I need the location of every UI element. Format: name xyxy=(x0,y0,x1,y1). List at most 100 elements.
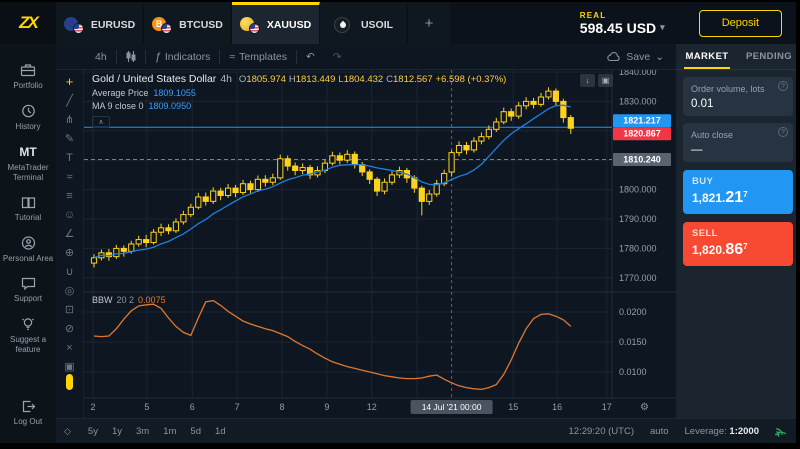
sidebar-item-tutorial[interactable]: Tutorial xyxy=(0,189,56,229)
svg-text:1840.000: 1840.000 xyxy=(619,70,657,77)
mt-icon: MT xyxy=(19,144,36,160)
svg-text:1810.240: 1810.240 xyxy=(623,154,661,164)
range-1y-button[interactable]: 1y xyxy=(105,426,129,437)
range-5y-button[interactable]: 5y xyxy=(81,426,105,437)
emoji-tool-icon[interactable]: ☺ xyxy=(59,205,81,224)
svg-text:1770.000: 1770.000 xyxy=(619,273,657,283)
svg-text:1780.000: 1780.000 xyxy=(619,243,657,253)
text-tool-icon[interactable]: T xyxy=(59,148,81,167)
person-icon xyxy=(20,235,37,251)
tab-btcusd[interactable]: B BTCUSD xyxy=(144,2,232,44)
instrument-tabs: EURUSD B BTCUSD XAUUSD USOIL + xyxy=(56,2,450,44)
tab-usoil[interactable]: USOIL xyxy=(320,2,408,44)
volume-help-icon[interactable]: ? xyxy=(778,81,788,91)
save-layout-button[interactable]: Save ⌄ xyxy=(607,51,676,63)
svg-text:6: 6 xyxy=(190,402,195,412)
order-volume-value[interactable]: 0.01 xyxy=(691,98,785,110)
buy-button[interactable]: BUY 1,821.217 xyxy=(683,170,793,214)
chevron-down-icon: ▾ xyxy=(660,22,665,33)
svg-text:1821.217: 1821.217 xyxy=(623,116,661,126)
pattern-tool-icon[interactable]: ≈ xyxy=(59,167,81,186)
snapshot-button[interactable]: ▣ xyxy=(598,74,613,87)
top-bar: ZX EURUSD B BTCUSD XAUUSD USOIL + REAL xyxy=(0,2,796,44)
undo-button[interactable]: ↶ xyxy=(297,44,324,69)
account-currency: USD xyxy=(627,20,657,36)
range-1m-button[interactable]: 1m xyxy=(156,426,183,437)
leverage-info: Leverage: 1:2000 xyxy=(685,426,760,437)
magnet-tool-icon[interactable]: ∪ xyxy=(59,262,81,281)
btcusd-flag-icon: B xyxy=(152,16,172,34)
measure-tool-icon[interactable]: ∠ xyxy=(59,224,81,243)
svg-text:1800.000: 1800.000 xyxy=(619,185,657,195)
chat-bubble-icon xyxy=(20,276,37,291)
svg-text:7: 7 xyxy=(235,402,240,412)
zoom-tool-icon[interactable]: ⊕ xyxy=(59,243,81,262)
exness-logo-icon[interactable]: ZX xyxy=(0,2,56,44)
range-5d-button[interactable]: 5d xyxy=(183,426,208,437)
favorites-diamond-icon[interactable]: ◇ xyxy=(64,426,71,437)
scroll-to-realtime-button[interactable]: ↓ xyxy=(580,74,595,87)
timezone-auto-button[interactable]: auto xyxy=(650,426,669,437)
chart-canvas[interactable]: 1840.0001830.0001800.0001790.0001780.000… xyxy=(84,70,676,418)
svg-text:5: 5 xyxy=(144,402,149,412)
crosshair-tool-icon[interactable]: + xyxy=(59,72,81,91)
svg-text:15: 15 xyxy=(508,402,518,412)
order-volume-field[interactable]: Order volume, lots 0.01 ? xyxy=(683,77,793,116)
sidebar-item-suggest-feature[interactable]: Suggest a feature xyxy=(0,310,56,361)
hide-drawings-icon[interactable]: ⊘ xyxy=(59,319,81,338)
chart-type-button[interactable] xyxy=(117,44,145,69)
sidebar-item-personal-area[interactable]: Personal Area xyxy=(0,229,56,270)
chevron-down-icon: ⌄ xyxy=(655,51,664,63)
sidebar-item-support[interactable]: Support xyxy=(0,270,56,310)
redo-button[interactable]: ↷ xyxy=(324,44,351,69)
lock-drawings-icon[interactable]: ⊡ xyxy=(59,300,81,319)
timeframe-button[interactable]: 4h xyxy=(86,44,116,69)
account-summary[interactable]: REAL 598.45 USD ▾ xyxy=(580,2,665,44)
tab-pending[interactable]: PENDING xyxy=(738,44,796,69)
svg-text:17: 17 xyxy=(602,402,612,412)
screen-frame: ZX EURUSD B BTCUSD XAUUSD USOIL + REAL xyxy=(0,0,800,449)
auto-close-value[interactable]: — xyxy=(691,144,785,156)
svg-text:14 Jul '21 00:00: 14 Jul '21 00:00 xyxy=(422,402,482,412)
wave-icon: ≈ xyxy=(229,51,235,63)
sell-button[interactable]: SELL 1,820.867 xyxy=(683,222,793,266)
xauusd-flag-icon xyxy=(240,16,260,34)
trend-line-tool-icon[interactable]: ╱ xyxy=(59,91,81,110)
svg-text:1790.000: 1790.000 xyxy=(619,214,657,224)
drawing-toolbar: + ╱ ⋔ ✎ T ≈ ≡ ☺ ∠ ⊕ ∪ ◎ ⊡ xyxy=(56,70,84,418)
candlestick-icon xyxy=(126,50,136,63)
tab-label: XAUUSD xyxy=(267,19,311,31)
deposit-button[interactable]: Deposit xyxy=(699,10,782,37)
svg-text:0.0100: 0.0100 xyxy=(619,367,647,377)
collapse-legend-button[interactable]: ∧ xyxy=(92,116,110,128)
scroll-indicator[interactable] xyxy=(66,374,73,390)
tab-xauusd[interactable]: XAUUSD xyxy=(232,2,320,44)
indicators-button[interactable]: ƒ Indicators xyxy=(146,44,220,69)
prediction-tool-icon[interactable]: ≡ xyxy=(59,186,81,205)
add-instrument-button[interactable]: + xyxy=(408,2,450,44)
tab-eurusd[interactable]: EURUSD xyxy=(56,2,144,44)
remove-drawings-icon[interactable]: × xyxy=(59,338,81,357)
utc-clock: 12:29:20 (UTC) xyxy=(569,426,634,437)
auto-close-help-icon[interactable]: ? xyxy=(778,127,788,137)
sidebar-item-logout[interactable]: Log Out xyxy=(0,393,56,433)
svg-text:16: 16 xyxy=(552,402,562,412)
range-3m-button[interactable]: 3m xyxy=(129,426,156,437)
range-1d-button[interactable]: 1d xyxy=(208,426,233,437)
brush-tool-icon[interactable]: ✎ xyxy=(59,129,81,148)
templates-button[interactable]: ≈ Templates xyxy=(220,44,296,69)
sidebar-item-history[interactable]: History xyxy=(0,97,56,138)
book-icon xyxy=(20,195,37,210)
left-sidebar: Portfolio History MT MetaTrader Terminal… xyxy=(0,44,56,443)
auto-close-field[interactable]: Auto close — ? xyxy=(683,123,793,162)
drawing-mode-icon[interactable]: ◎ xyxy=(59,281,81,300)
sidebar-item-metatrader[interactable]: MT MetaTrader Terminal xyxy=(0,138,56,189)
tab-market[interactable]: MARKET xyxy=(676,44,738,69)
usoil-icon xyxy=(334,16,354,34)
price-chart-svg[interactable]: 1840.0001830.0001800.0001790.0001780.000… xyxy=(84,70,676,420)
pitchfork-tool-icon[interactable]: ⋔ xyxy=(59,110,81,129)
svg-text:0.0200: 0.0200 xyxy=(619,307,647,317)
sidebar-item-portfolio[interactable]: Portfolio xyxy=(0,56,56,97)
chart-settings-gear-icon[interactable]: ⚙ xyxy=(640,402,649,413)
account-balance: 598.45 xyxy=(580,20,623,36)
